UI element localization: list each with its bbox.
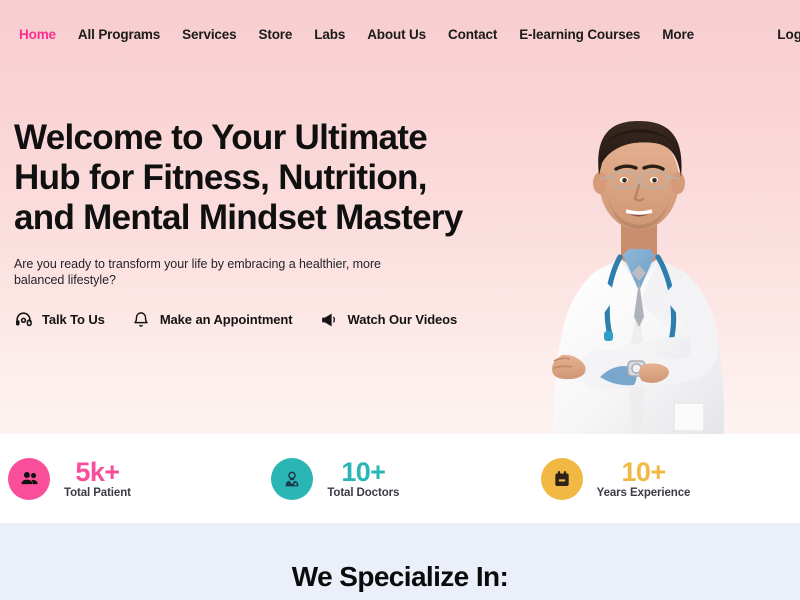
stat-total-patient: 5k+ Total Patient	[0, 456, 267, 500]
calendar-icon	[540, 457, 583, 500]
stat-total-doctors-label: Total Doctors	[327, 487, 400, 500]
stat-years-experience-text: 10+ Years Experience	[596, 456, 691, 500]
stat-total-patient-value: 5k+	[75, 456, 120, 487]
nav-link-store[interactable]: Store	[248, 24, 304, 46]
headset-icon	[14, 310, 33, 329]
nav-link-labs[interactable]: Labs	[303, 24, 356, 46]
specialize-section: We Specialize In:	[0, 523, 800, 600]
talk-to-us-button[interactable]: Talk To Us	[14, 310, 132, 329]
bell-icon	[132, 310, 151, 329]
doctor-hero-image	[492, 59, 782, 434]
nav-link-about-us[interactable]: About Us	[356, 24, 437, 46]
megaphone-icon	[320, 310, 339, 329]
hero-cta-row: Talk To Us Make an Appointment Watch Our…	[14, 310, 484, 329]
make-appointment-label: Make an Appointment	[159, 312, 293, 327]
make-appointment-button[interactable]: Make an Appointment	[132, 310, 320, 329]
stat-years-experience-label: Years Experience	[596, 487, 691, 500]
watch-videos-label: Watch Our Videos	[347, 312, 458, 327]
stat-years-experience: 10+ Years Experience	[531, 456, 800, 500]
nav-link-services[interactable]: Services	[171, 24, 247, 46]
login-link[interactable]: Login	[777, 28, 800, 42]
hero-section: Home All Programs Services Store Labs Ab…	[0, 0, 800, 434]
hero-copy: Welcome to Your Ultimate Hub for Fitness…	[14, 118, 484, 329]
doctor-icon	[271, 457, 314, 500]
stat-total-doctors: 10+ Total Doctors	[267, 456, 530, 500]
stat-total-patient-text: 5k+ Total Patient	[64, 456, 131, 500]
watch-videos-button[interactable]: Watch Our Videos	[320, 310, 485, 329]
specialize-title: We Specialize In:	[291, 561, 509, 592]
stat-total-patient-label: Total Patient	[64, 487, 131, 500]
stat-total-doctors-value: 10+	[341, 456, 386, 487]
stat-total-doctors-text: 10+ Total Doctors	[327, 456, 400, 500]
nav-links: Home All Programs Services Store Labs Ab…	[8, 24, 705, 46]
nav-link-home[interactable]: Home	[8, 24, 67, 46]
nav-right-group: Login	[777, 28, 800, 42]
nav-link-contact[interactable]: Contact	[437, 24, 508, 46]
hero-title: Welcome to Your Ultimate Hub for Fitness…	[14, 118, 463, 237]
landing-page: Home All Programs Services Store Labs Ab…	[0, 0, 800, 600]
stat-years-experience-value: 10+	[621, 456, 666, 487]
nav-link-all-programs[interactable]: All Programs	[67, 24, 171, 46]
stats-bar: 5k+ Total Patient 10+ Total Doctors 10+ …	[0, 434, 800, 523]
talk-to-us-label: Talk To Us	[42, 312, 105, 327]
nav-link-more[interactable]: More	[651, 24, 705, 46]
nav-link-elearning-courses[interactable]: E-learning Courses	[508, 24, 651, 46]
hero-subtitle: Are you ready to transform your life by …	[14, 257, 381, 287]
people-icon	[8, 457, 50, 500]
main-navigation: Home All Programs Services Store Labs Ab…	[0, 0, 800, 70]
